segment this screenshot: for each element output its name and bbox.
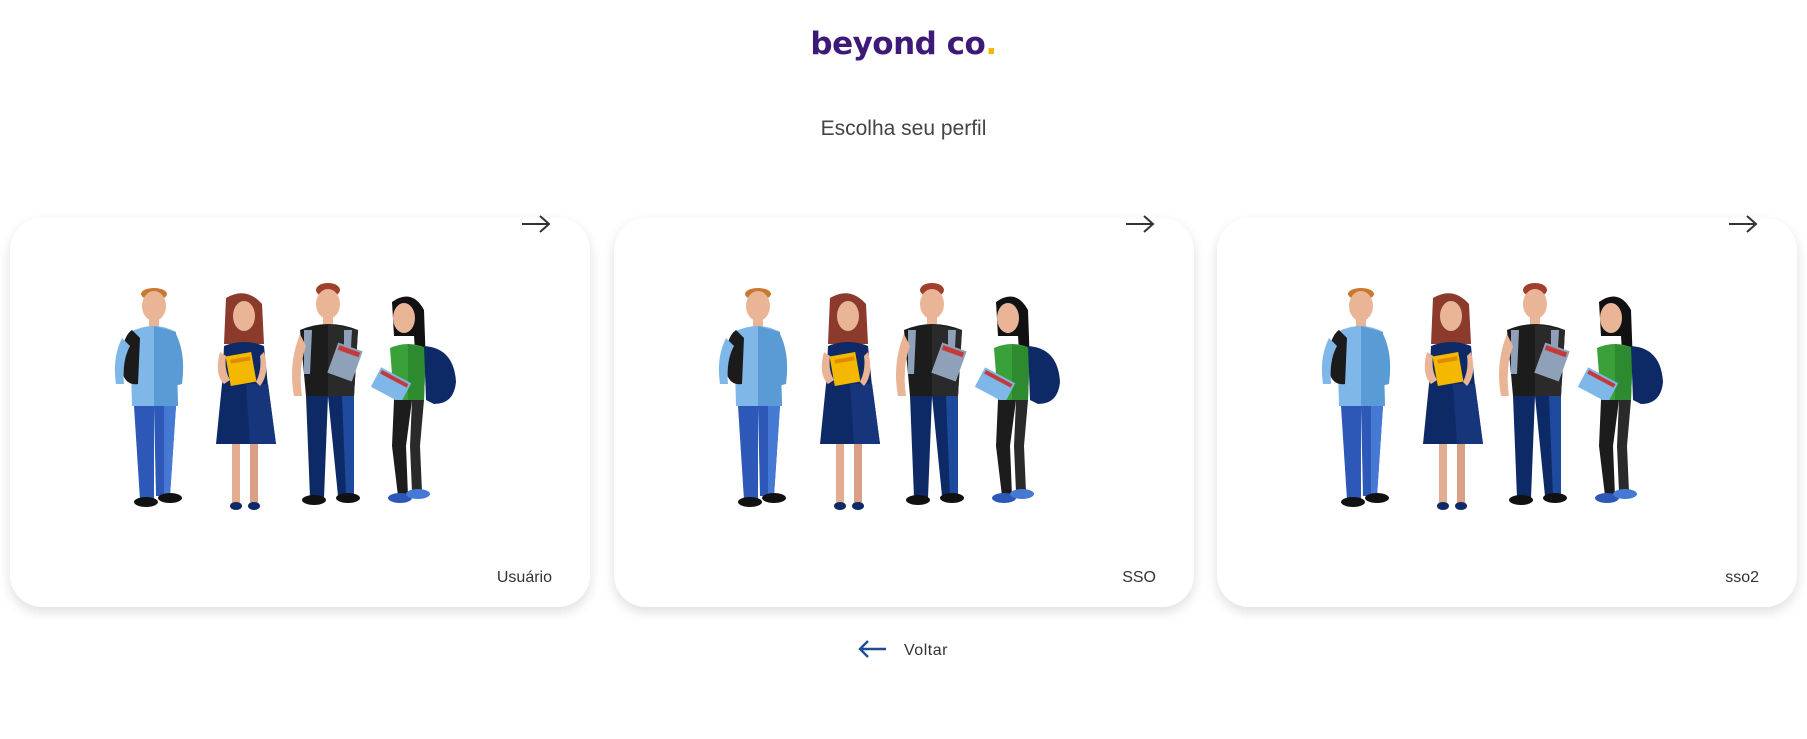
profile-card-sso[interactable]: SSO — [614, 215, 1194, 607]
card-label: SSO — [1122, 569, 1156, 586]
students-illustration — [718, 283, 1060, 510]
arrow-right-icon[interactable] — [1727, 212, 1759, 236]
brand-logo: beyond co. — [0, 26, 1807, 62]
arrow-right-icon[interactable] — [1124, 212, 1156, 236]
students-illustration — [114, 283, 456, 510]
back-label: Voltar — [904, 642, 948, 659]
arrow-left-icon — [858, 639, 888, 664]
card-label: sso2 — [1725, 569, 1759, 586]
page-subtitle: Escolha seu perfil — [820, 117, 987, 140]
profile-card-usuario[interactable]: Usuário — [10, 215, 590, 607]
profile-card-sso2[interactable]: sso2 — [1217, 215, 1797, 607]
logo-dot: . — [985, 26, 997, 62]
back-button[interactable]: Voltar — [858, 637, 958, 665]
card-label: Usuário — [496, 569, 552, 586]
logo-name: beyond co — [810, 26, 986, 62]
students-illustration — [1321, 283, 1663, 510]
arrow-right-icon[interactable] — [520, 212, 552, 236]
